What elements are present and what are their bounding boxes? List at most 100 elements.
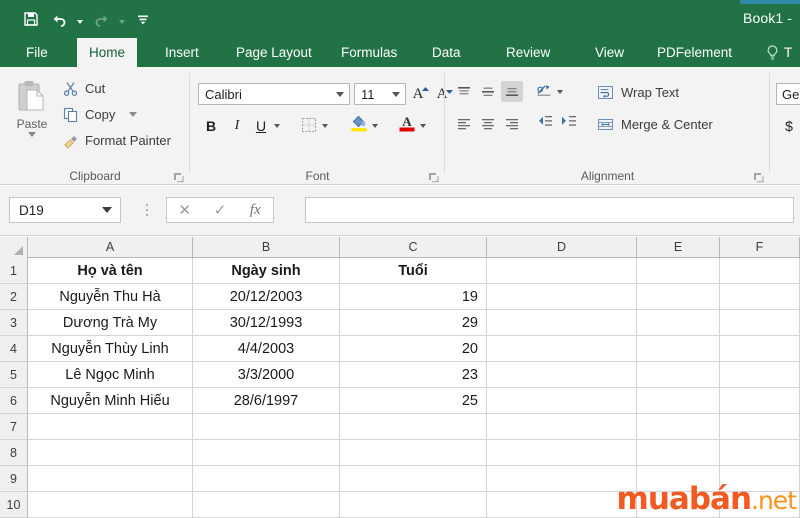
column-header-d[interactable]: D [487,237,637,258]
bold-button[interactable]: B [200,115,222,137]
cell-f2[interactable] [720,284,800,310]
underline-button[interactable]: U [250,115,272,137]
row-header-9[interactable]: 9 [0,466,28,492]
clipboard-dialog-launcher[interactable] [173,170,184,183]
alignment-dialog-launcher[interactable] [753,170,764,183]
cell-c1[interactable]: Tuổi [340,258,487,284]
cell-f5[interactable] [720,362,800,388]
cell-e4[interactable] [637,336,720,362]
row-header-2[interactable]: 2 [0,284,28,310]
cell-b7[interactable] [193,414,340,440]
cell-d6[interactable] [487,388,637,414]
cell-c4[interactable]: 20 [340,336,487,362]
cell-b4[interactable]: 4/4/2003 [193,336,340,362]
cell-e6[interactable] [637,388,720,414]
formula-input[interactable] [305,197,794,223]
number-format-box[interactable]: Gen [776,83,800,105]
merge-center-button[interactable]: Merge & Center [597,113,713,135]
cell-a8[interactable] [28,440,193,466]
undo-icon[interactable] [46,6,72,32]
row-header-6[interactable]: 6 [0,388,28,414]
tab-review[interactable]: Review [494,38,562,67]
font-color-dropdown-icon[interactable] [418,115,428,137]
cell-d7[interactable] [487,414,637,440]
column-header-b[interactable]: B [193,237,340,258]
insert-function-icon[interactable]: fx [240,202,270,219]
cell-b2[interactable]: 20/12/2003 [193,284,340,310]
orientation-button[interactable] [533,81,555,102]
row-header-10[interactable]: 10 [0,492,28,518]
save-icon[interactable] [18,6,44,32]
cell-c6[interactable]: 25 [340,388,487,414]
cell-d2[interactable] [487,284,637,310]
cell-e3[interactable] [637,310,720,336]
tab-pdfelement[interactable]: PDFelement [645,38,744,67]
align-center-button[interactable] [477,113,499,134]
cell-d10[interactable] [487,492,637,518]
grow-font-button[interactable]: A [410,83,432,105]
cell-c9[interactable] [340,466,487,492]
name-box[interactable]: D19 [9,197,121,223]
cell-b6[interactable]: 28/6/1997 [193,388,340,414]
fill-color-dropdown-icon[interactable] [370,115,380,137]
cell-c8[interactable] [340,440,487,466]
cell-e5[interactable] [637,362,720,388]
cell-c3[interactable]: 29 [340,310,487,336]
currency-format-button[interactable]: $ [778,115,800,137]
row-header-1[interactable]: 1 [0,258,28,284]
cell-c2[interactable]: 19 [340,284,487,310]
paste-button[interactable]: Paste [6,75,58,159]
cell-f7[interactable] [720,414,800,440]
cell-f3[interactable] [720,310,800,336]
cell-a2[interactable]: Nguyễn Thu Hà [28,284,193,310]
tab-formulas[interactable]: Formulas [329,38,409,67]
tell-me-box[interactable]: T [766,38,792,67]
copy-button[interactable]: Copy [62,103,138,126]
borders-dropdown-icon[interactable] [320,115,330,137]
italic-button[interactable]: I [226,115,248,137]
cell-d8[interactable] [487,440,637,466]
font-size-box[interactable]: 11 [354,83,406,105]
copy-dropdown-icon[interactable] [129,112,138,117]
cell-d5[interactable] [487,362,637,388]
cell-f4[interactable] [720,336,800,362]
row-header-3[interactable]: 3 [0,310,28,336]
align-bottom-button[interactable] [501,81,523,102]
cell-f6[interactable] [720,388,800,414]
row-header-4[interactable]: 4 [0,336,28,362]
cell-d3[interactable] [487,310,637,336]
cell-b5[interactable]: 3/3/2000 [193,362,340,388]
cell-f1[interactable] [720,258,800,284]
cell-b10[interactable] [193,492,340,518]
underline-dropdown-icon[interactable] [272,115,282,137]
align-middle-button[interactable] [477,81,499,102]
cell-b9[interactable] [193,466,340,492]
column-header-e[interactable]: E [637,237,720,258]
redo-icon[interactable] [88,6,114,32]
font-color-button[interactable]: A [396,113,418,135]
cell-a5[interactable]: Lê Ngọc Minh [28,362,193,388]
cut-button[interactable]: Cut [62,77,105,100]
column-header-a[interactable]: A [28,237,193,258]
cell-f8[interactable] [720,440,800,466]
cell-e7[interactable] [637,414,720,440]
borders-button[interactable] [298,115,320,137]
cell-c7[interactable] [340,414,487,440]
cell-b3[interactable]: 30/12/1993 [193,310,340,336]
cell-e1[interactable] [637,258,720,284]
customize-qat-icon[interactable] [130,6,156,32]
cell-e8[interactable] [637,440,720,466]
orientation-dropdown-icon[interactable] [555,81,565,103]
cell-c10[interactable] [340,492,487,518]
font-size-dropdown-icon[interactable] [392,91,400,97]
tab-file[interactable]: File [14,38,60,67]
cell-e2[interactable] [637,284,720,310]
column-header-f[interactable]: F [720,237,800,258]
cell-d4[interactable] [487,336,637,362]
tab-view[interactable]: View [583,38,636,67]
wrap-text-button[interactable]: Wrap Text [597,81,679,103]
font-name-box[interactable]: Calibri [198,83,350,105]
tab-home[interactable]: Home [77,38,138,67]
cell-c5[interactable]: 23 [340,362,487,388]
cell-b8[interactable] [193,440,340,466]
